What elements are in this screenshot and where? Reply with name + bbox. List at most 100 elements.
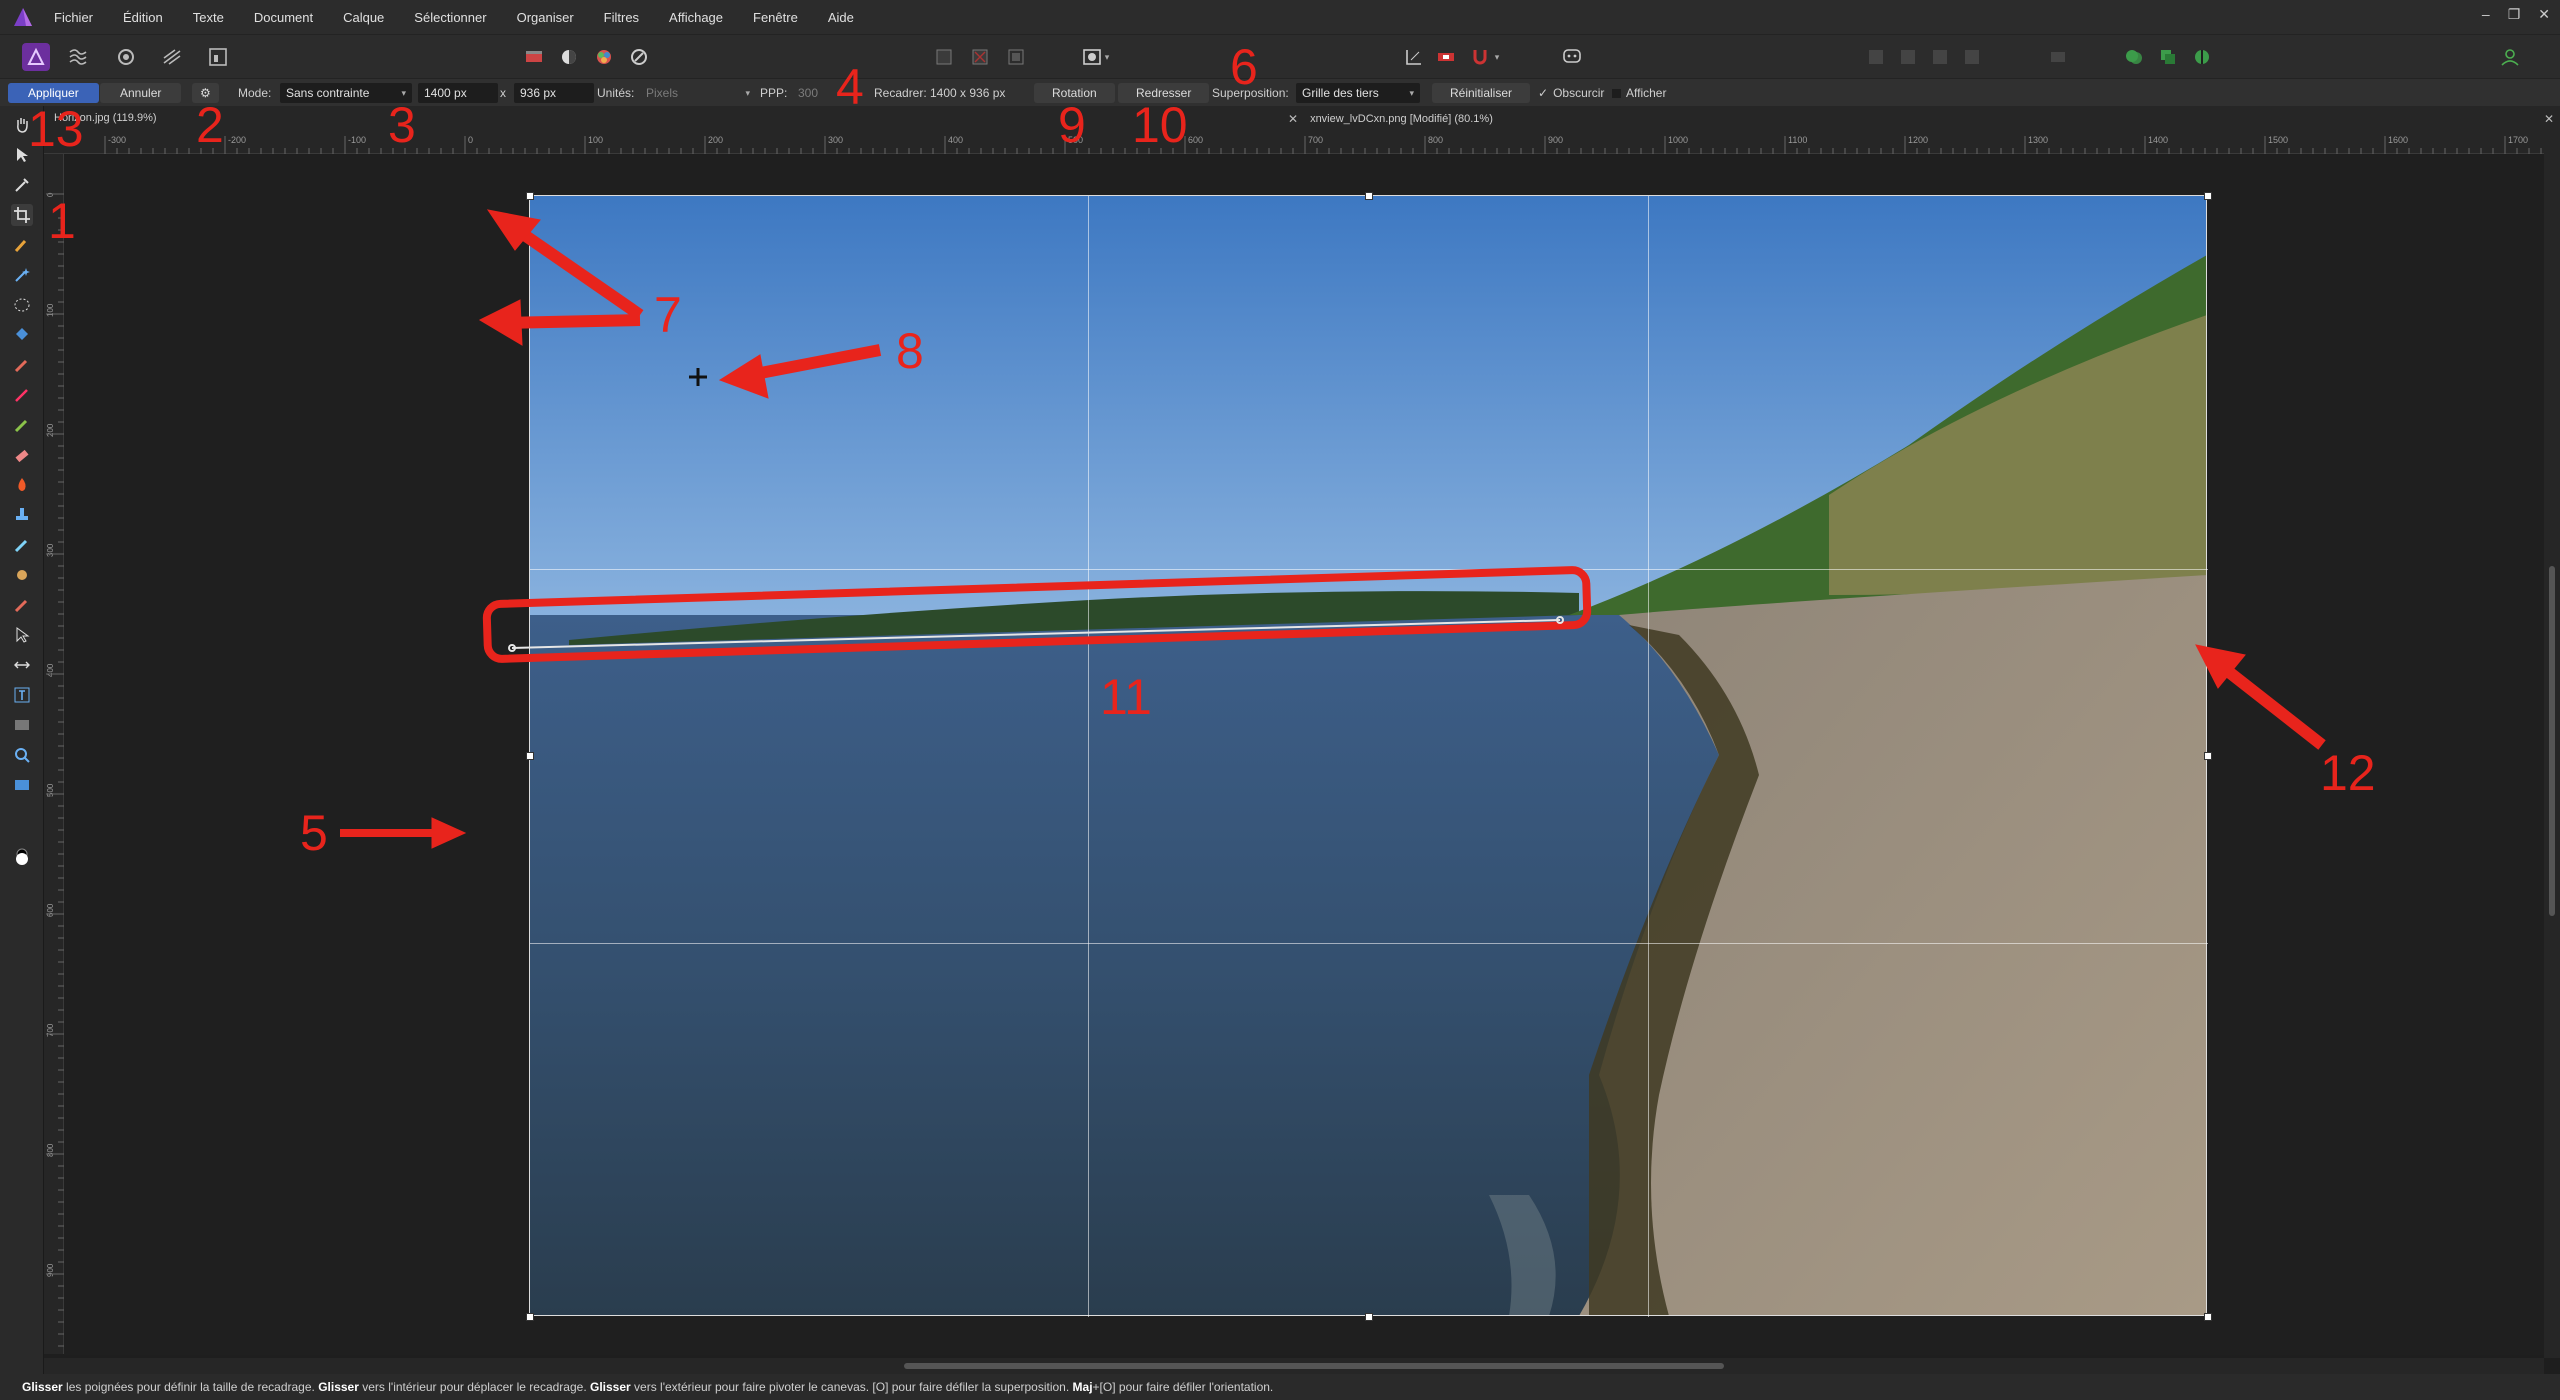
close-tab-icon[interactable]: ✕ <box>2544 112 2554 126</box>
menu-organiser[interactable]: Organiser <box>517 10 574 25</box>
snapping-button[interactable] <box>1400 43 1428 71</box>
annotation-8: 8 <box>896 323 924 379</box>
canvas[interactable] <box>64 155 2544 1355</box>
auto-white-balance-button[interactable] <box>625 43 653 71</box>
close-tab-icon[interactable]: ✕ <box>1288 112 1298 126</box>
crop-tool[interactable] <box>11 204 33 226</box>
export-persona-button[interactable] <box>204 43 232 71</box>
selection-mode-intersect-button[interactable] <box>1002 43 1030 71</box>
node-tool[interactable] <box>11 624 33 646</box>
marquee-tool[interactable] <box>11 294 33 316</box>
chevron-down-icon: ▾ <box>1494 51 1500 62</box>
text-tool[interactable] <box>11 684 33 706</box>
transform-tool[interactable] <box>11 654 33 676</box>
close-window-icon[interactable]: ✕ <box>2538 6 2550 23</box>
force-pixel-alignment-button[interactable] <box>1432 43 1460 71</box>
menu-fenetre[interactable]: Fenêtre <box>753 10 798 25</box>
selection-new-icon <box>936 49 952 65</box>
auto-contrast-icon <box>562 50 576 64</box>
color-replacement-tool[interactable] <box>11 414 33 436</box>
boolean-intersect-icon <box>2195 50 2209 64</box>
place-image-tool[interactable] <box>11 774 33 796</box>
overlay-select[interactable]: Grille des tiers ▾ <box>1296 83 1420 103</box>
arrange-forward-button[interactable] <box>1926 43 1954 71</box>
boolean-add-button[interactable] <box>2120 43 2148 71</box>
checkbox-empty-icon <box>1612 88 1621 98</box>
color-picker-tool[interactable] <box>11 174 33 196</box>
vertical-scrollbar[interactable] <box>2544 134 2560 1358</box>
pixel-align-icon <box>1438 53 1454 61</box>
arrange-back-button[interactable] <box>1862 43 1890 71</box>
color-swatches[interactable] <box>11 846 33 868</box>
menu-calque[interactable]: Calque <box>343 10 384 25</box>
align-button[interactable] <box>2044 43 2072 71</box>
width-field[interactable]: 1400 px <box>418 83 498 103</box>
liquify-icon <box>69 49 87 65</box>
selection-brush-tool[interactable] <box>11 234 33 256</box>
chevron-down-icon: ▾ <box>745 87 750 98</box>
vertical-scroll-thumb[interactable] <box>2549 566 2555 916</box>
menu-aide[interactable]: Aide <box>828 10 854 25</box>
color-brush-icon <box>14 419 28 433</box>
vruler-label: 500 <box>46 783 55 797</box>
export-icon <box>209 48 227 66</box>
burn-tool[interactable] <box>11 474 33 496</box>
paint-brush-tool[interactable] <box>11 354 33 376</box>
units-select[interactable]: Pixels ▾ <box>646 83 750 103</box>
height-field[interactable]: 936 px <box>514 83 594 103</box>
apply-button[interactable]: Appliquer <box>8 83 99 103</box>
minimize-icon[interactable]: – <box>2482 6 2490 23</box>
menu-texte[interactable]: Texte <box>193 10 224 25</box>
red-eye-tool[interactable] <box>11 594 33 616</box>
develop-persona-button[interactable] <box>112 43 140 71</box>
tab-xnview[interactable]: ✕ xnview_lvDCxn.png [Modifié] (80.1%) <box>1288 112 1493 126</box>
pixel-tool[interactable] <box>11 384 33 406</box>
liquify-persona-button[interactable] <box>64 43 92 71</box>
selection-mode-new-button[interactable] <box>930 43 958 71</box>
auto-contrast-button[interactable] <box>555 43 583 71</box>
zoom-tool[interactable] <box>11 744 33 766</box>
menu-selectionner[interactable]: Sélectionner <box>414 10 486 25</box>
tone-mapping-persona-button[interactable] <box>158 43 186 71</box>
selection-subtract-icon <box>972 49 988 65</box>
reset-button[interactable]: Réinitialiser <box>1432 83 1531 103</box>
auto-levels-button[interactable] <box>520 43 548 71</box>
arrange-backward-button[interactable] <box>1894 43 1922 71</box>
ppp-label: PPP: <box>760 86 788 100</box>
ppp-field[interactable]: 300 <box>798 83 818 103</box>
menu-document[interactable]: Document <box>254 10 313 25</box>
horizontal-scrollbar[interactable] <box>44 1358 2544 1374</box>
quick-mask-dropdown[interactable]: ▾ <box>1100 43 1114 71</box>
mode-label: Mode: <box>238 86 272 100</box>
afficher-checkbox[interactable]: Afficher <box>1612 83 1666 103</box>
account-button[interactable] <box>2496 43 2524 71</box>
arrange-front-button[interactable] <box>1958 43 1986 71</box>
menu-affichage[interactable]: Affichage <box>669 10 723 25</box>
ruler-label: 0 <box>468 135 473 145</box>
transform-icon <box>14 661 30 669</box>
erase-brush-tool[interactable] <box>11 444 33 466</box>
snapping-dropdown[interactable]: ▾ <box>1490 43 1504 71</box>
menu-fichier[interactable]: Fichier <box>54 10 93 25</box>
photo-persona-button[interactable] <box>22 43 50 71</box>
restore-icon[interactable]: ❐ <box>2508 6 2521 23</box>
boolean-subtract-button[interactable] <box>2154 43 2182 71</box>
auto-colors-button[interactable] <box>590 43 618 71</box>
selection-mode-subtract-button[interactable] <box>966 43 994 71</box>
boolean-intersect-button[interactable] <box>2188 43 2216 71</box>
assistant-button[interactable] <box>1558 43 1586 71</box>
obscurcir-checkbox[interactable]: ✓ Obscurcir <box>1538 83 1604 103</box>
menu-edition[interactable]: Édition <box>123 10 163 25</box>
healing-brush-tool[interactable] <box>11 534 33 556</box>
gradient-tool[interactable] <box>11 714 33 736</box>
document-tabs: Horizon.jpg (119.9%) ✕ xnview_lvDCxn.png … <box>44 106 2560 134</box>
ruler-label: 600 <box>1188 135 1203 145</box>
smudge-tool[interactable] <box>11 564 33 586</box>
recadrer-label: Recadrer: <box>874 86 927 100</box>
flood-fill-tool[interactable] <box>11 324 33 346</box>
horizontal-scroll-thumb[interactable] <box>904 1363 1724 1369</box>
flood-select-tool[interactable] <box>11 264 33 286</box>
menu-filtres[interactable]: Filtres <box>604 10 639 25</box>
cancel-button[interactable]: Annuler <box>100 83 182 103</box>
clone-brush-tool[interactable] <box>11 504 33 526</box>
